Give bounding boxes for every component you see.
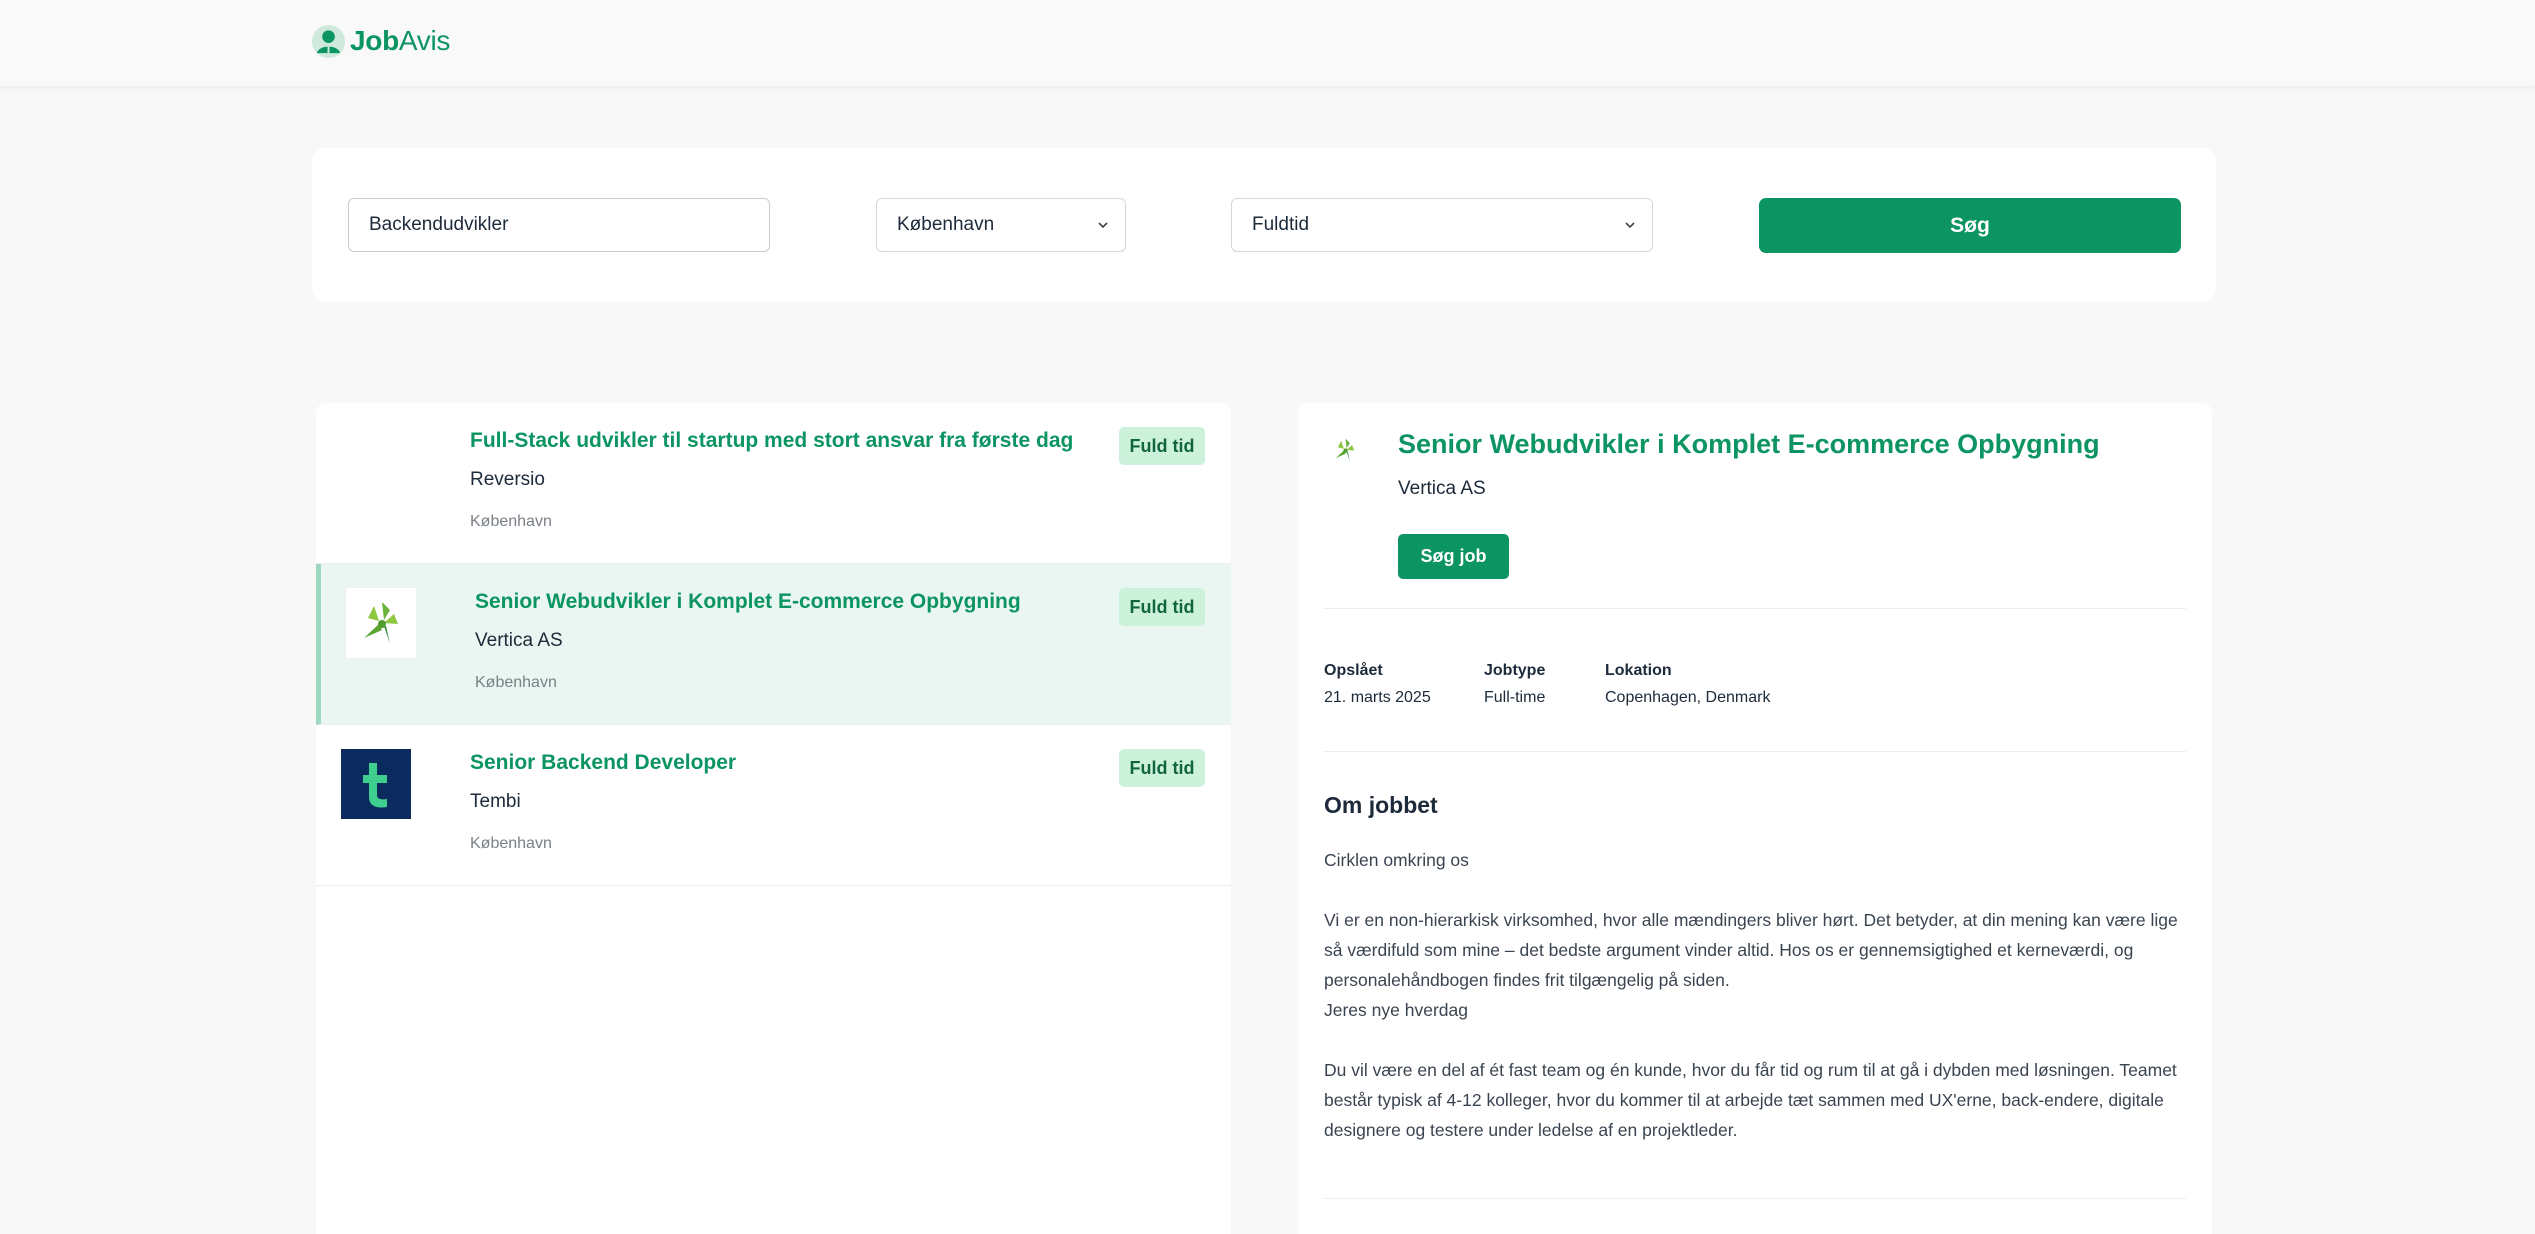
- job-title[interactable]: Senior Backend Developer: [470, 751, 736, 775]
- job-location: København: [470, 513, 552, 530]
- meta-value: 21. marts 2025: [1324, 689, 1431, 706]
- meta-label: Opslået: [1324, 662, 1383, 679]
- job-list: Full-Stack udvikler til startup med stor…: [316, 403, 1231, 1234]
- job-title[interactable]: Senior Webudvikler i Komplet E-commerce …: [475, 590, 1021, 614]
- job-location: København: [475, 674, 557, 691]
- detail-job-title: Senior Webudvikler i Komplet E-commerce …: [1398, 429, 2100, 459]
- job-company: Vertica AS: [475, 630, 563, 651]
- description-paragraph: Cirklen omkring os: [1324, 850, 1469, 870]
- meta-location: Lokation Copenhagen, Denmark: [1605, 662, 1770, 707]
- location-value: København: [897, 214, 995, 235]
- chevron-down-icon: [1098, 222, 1108, 229]
- job-list-item[interactable]: Full-Stack udvikler til startup med stor…: [316, 403, 1231, 564]
- detail-company: Vertica AS: [1398, 478, 1486, 499]
- job-company: Reversio: [470, 469, 545, 490]
- job-type-badge: Fuld tid: [1119, 427, 1205, 465]
- keyword-search-input[interactable]: Backendudvikler: [348, 198, 770, 252]
- letter-t-logo-icon: [363, 763, 387, 808]
- keyword-value: Backendudvikler: [369, 214, 509, 235]
- jobavis-logo[interactable]: JobAvis: [311, 22, 450, 60]
- search-panel: Backendudvikler København Fuldtid Søg: [312, 148, 2216, 302]
- vertica-star-logo: [1335, 438, 1355, 462]
- job-title[interactable]: Full-Stack udvikler til startup med stor…: [470, 429, 1073, 453]
- job-company: Tembi: [470, 791, 521, 812]
- job-type-badge: Fuld tid: [1119, 588, 1205, 626]
- top-header: JobAvis: [0, 0, 2535, 86]
- divider: [1324, 608, 2186, 609]
- description-paragraph: Du vil være en del af ét fast team og én…: [1324, 1060, 2177, 1140]
- divider: [1324, 1198, 2186, 1199]
- person-logo-icon: [311, 24, 346, 58]
- vertica-star-logo: [346, 588, 416, 658]
- job-detail-panel: Senior Webudvikler i Komplet E-commerce …: [1298, 403, 2212, 1234]
- job-list-item-selected[interactable]: Senior Webudvikler i Komplet E-commerce …: [316, 564, 1231, 725]
- jobtype-value: Fuldtid: [1252, 214, 1310, 235]
- job-type-badge: Fuld tid: [1119, 749, 1205, 787]
- location-select[interactable]: København: [876, 198, 1126, 252]
- divider: [1324, 751, 2186, 752]
- meta-value: Copenhagen, Denmark: [1605, 689, 1771, 706]
- meta-posted: Opslået 21. marts 2025: [1324, 662, 1431, 707]
- meta-jobtype: Jobtype Full-time: [1484, 662, 1545, 707]
- meta-label: Jobtype: [1484, 662, 1546, 679]
- about-heading: Om jobbet: [1324, 792, 1438, 818]
- description-paragraph: Vi er en non-hierarkisk virksomhed, hvor…: [1324, 910, 2178, 990]
- logo-text: JobAvis: [350, 25, 451, 56]
- jobtype-select[interactable]: Fuldtid: [1231, 198, 1653, 252]
- chevron-down-icon: [1625, 222, 1635, 229]
- meta-label: Lokation: [1605, 662, 1672, 679]
- search-button[interactable]: Søg: [1759, 198, 2181, 253]
- tembi-t-logo: [341, 749, 411, 819]
- description-paragraph: Jeres nye hverdag: [1324, 1000, 1468, 1020]
- job-list-item[interactable]: Senior Backend Developer Tembi København…: [316, 725, 1231, 886]
- star-logo-icon: [364, 602, 398, 644]
- job-location: København: [470, 835, 552, 852]
- apply-job-button[interactable]: Søg job: [1398, 534, 1509, 579]
- meta-value: Full-time: [1484, 689, 1546, 706]
